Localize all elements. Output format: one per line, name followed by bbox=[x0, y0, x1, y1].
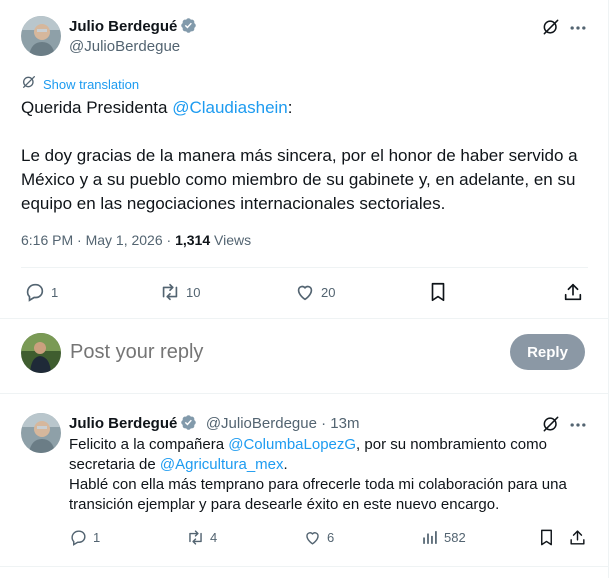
reply-age[interactable]: 13m bbox=[330, 415, 359, 432]
mention-link[interactable]: @Agricultura_mex bbox=[160, 456, 284, 473]
retweet-count: 10 bbox=[186, 284, 201, 300]
like-icon bbox=[303, 528, 322, 547]
like-count: 6 bbox=[327, 530, 335, 545]
reply-count: 1 bbox=[51, 284, 59, 300]
reply-author-handle[interactable]: @JulioBerdegue bbox=[206, 415, 317, 432]
author-avatar[interactable] bbox=[21, 16, 61, 56]
reply-input[interactable] bbox=[70, 338, 490, 366]
retweet-action[interactable]: 4 bbox=[186, 528, 217, 547]
views-label: Views bbox=[210, 232, 252, 248]
divider bbox=[21, 267, 588, 268]
reply-action[interactable]: 1 bbox=[24, 281, 58, 303]
bookmark-icon[interactable] bbox=[537, 528, 556, 547]
reply-author-name[interactable]: Julio Berdegué bbox=[69, 415, 177, 432]
reply-tweet-text: Felicito a la compañera @ColumbaLopezG, … bbox=[69, 436, 567, 513]
reply-button[interactable]: Reply bbox=[510, 334, 585, 370]
mention-link[interactable]: @ColumbaLopezG bbox=[228, 436, 356, 453]
reply-count: 1 bbox=[93, 530, 101, 545]
show-translation-label: Show translation bbox=[43, 77, 140, 92]
author-name[interactable]: Julio Berdegué bbox=[69, 18, 177, 35]
tweet-body: Le doy gracias de la manera más sincera,… bbox=[21, 146, 578, 213]
views-icon bbox=[420, 528, 439, 547]
author-name-row: Julio Berdegué bbox=[69, 17, 197, 39]
tweet-meta: 6:16 PM · May 1, 2026 · 1,314 Views bbox=[21, 232, 251, 248]
divider bbox=[0, 566, 609, 567]
grok-icon[interactable] bbox=[541, 17, 561, 37]
views-count: 582 bbox=[444, 530, 466, 545]
like-action[interactable]: 6 bbox=[303, 528, 334, 547]
retweet-count: 4 bbox=[210, 530, 218, 545]
bookmark-icon[interactable] bbox=[427, 281, 449, 303]
tweet-timestamp[interactable]: 6:16 PM · May 1, 2026 · bbox=[21, 232, 175, 248]
grok-icon[interactable] bbox=[541, 414, 561, 434]
tweet-thread: Julio Berdegué @JulioBerdegue Show trans… bbox=[0, 0, 609, 578]
views-action[interactable]: 582 bbox=[420, 528, 466, 547]
tweet-greeting: Querida Presidenta @Claudiashein: bbox=[21, 98, 293, 117]
verified-badge-icon bbox=[180, 414, 197, 436]
author-handle[interactable]: @JulioBerdegue bbox=[69, 38, 180, 55]
reply-icon bbox=[24, 281, 46, 303]
reply-author-avatar[interactable] bbox=[21, 413, 61, 453]
tweet-text: Querida Presidenta @Claudiashein: Le doy… bbox=[21, 96, 591, 216]
more-icon[interactable] bbox=[568, 18, 588, 38]
mention-link[interactable]: @Claudiashein bbox=[172, 98, 288, 117]
reply-action[interactable]: 1 bbox=[69, 528, 100, 547]
more-icon[interactable] bbox=[568, 415, 588, 435]
reply-icon bbox=[69, 528, 88, 547]
retweet-icon bbox=[186, 528, 205, 547]
divider bbox=[0, 318, 609, 319]
current-user-avatar[interactable] bbox=[21, 333, 61, 373]
views-count: 1,314 bbox=[175, 232, 211, 248]
divider bbox=[0, 393, 609, 394]
like-count: 20 bbox=[321, 284, 336, 300]
show-translation-link[interactable]: Show translation bbox=[21, 74, 139, 95]
like-icon bbox=[294, 281, 316, 303]
verified-badge-icon bbox=[180, 17, 197, 39]
share-icon[interactable] bbox=[568, 528, 587, 547]
like-action[interactable]: 20 bbox=[294, 281, 335, 303]
share-icon[interactable] bbox=[562, 281, 584, 303]
retweet-action[interactable]: 10 bbox=[159, 281, 200, 303]
reply-author-row: Julio Berdegué @JulioBerdegue · 13m bbox=[69, 414, 359, 436]
translate-icon bbox=[21, 74, 37, 95]
retweet-icon bbox=[159, 281, 181, 303]
